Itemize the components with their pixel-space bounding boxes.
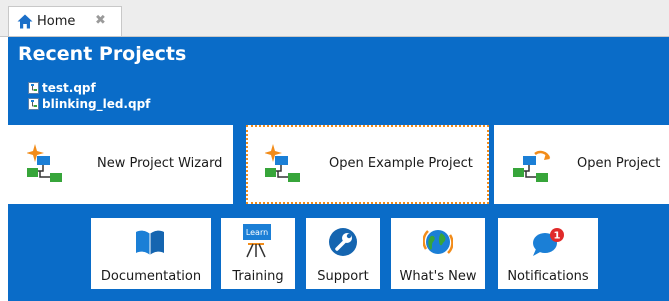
tab-bar: Home ✖ [0,0,669,37]
support-button[interactable]: Support [306,218,380,289]
hierarchy-open-icon [513,150,551,182]
open-project-label: Open Project [577,156,661,171]
project-file-icon [28,98,39,110]
open-example-project-button[interactable]: Open Example Project [246,125,489,204]
training-label: Training [232,269,284,284]
globe-icon [423,230,453,254]
new-project-wizard-label: New Project Wizard [97,156,223,171]
close-icon[interactable]: ✖ [95,13,106,29]
recent-project-name: test.qpf [42,81,96,95]
learn-board-text: Learn [246,228,268,237]
open-example-project-label: Open Example Project [329,156,473,171]
tab-home-label: Home [37,14,76,29]
wrench-icon [329,228,357,256]
notifications-button[interactable]: 1 Notifications [498,218,598,289]
training-button[interactable]: Learn Training [221,218,295,289]
recent-projects-list: test.qpf blinking_led.qpf [28,80,150,112]
recent-project-item[interactable]: blinking_led.qpf [28,96,150,112]
notification-count-badge: 1 [554,231,561,242]
recent-project-name: blinking_led.qpf [42,97,151,111]
tab-home[interactable]: Home ✖ [8,6,122,36]
documentation-button[interactable]: Documentation [91,218,211,289]
home-icon [17,14,33,29]
whats-new-button[interactable]: What's New [391,218,485,289]
hierarchy-sparkle-icon [27,144,62,182]
open-project-button[interactable]: Open Project [494,125,669,204]
support-label: Support [317,269,369,284]
recent-project-item[interactable]: test.qpf [28,80,150,96]
notifications-label: Notifications [507,269,589,284]
documentation-label: Documentation [100,269,202,284]
presentation-board-icon: Learn [243,224,271,258]
chat-bubble-icon: 1 [533,228,564,256]
recent-projects-title: Recent Projects [18,43,187,65]
hierarchy-sparkle-icon [265,144,300,182]
book-icon [136,230,164,255]
home-panel: Recent Projects test.qpf blinking_led.qp… [8,37,669,301]
new-project-wizard-button[interactable]: New Project Wizard [8,125,233,204]
whats-new-label: What's New [399,269,477,284]
project-file-icon [28,82,39,94]
